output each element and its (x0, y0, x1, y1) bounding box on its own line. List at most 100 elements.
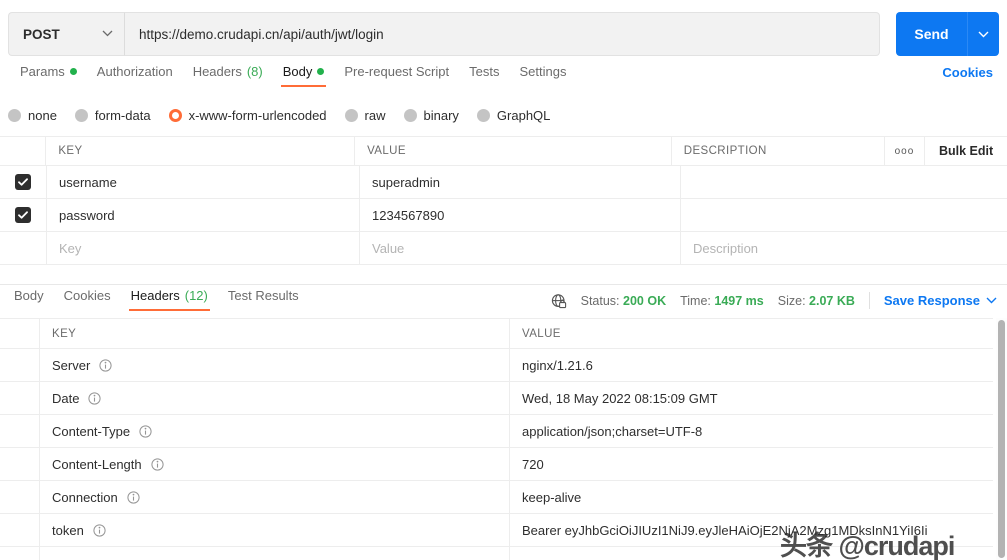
send-options-caret-icon[interactable] (968, 12, 999, 56)
response-tab-cookies-label: Cookies (63, 288, 111, 303)
response-header-value-cell: 720 (522, 456, 544, 472)
http-method-select[interactable]: POST (8, 12, 125, 56)
radio-icon (74, 108, 88, 122)
response-headers-table: KEY VALUE Server nginx/1.21.6 Date Wed, … (0, 318, 993, 560)
globe-lock-icon (551, 293, 567, 309)
response-header-value-cell (510, 547, 993, 560)
size-group: Size: 2.07 KB (778, 294, 855, 308)
response-header-name: token (52, 522, 84, 538)
header-key: KEY (46, 137, 356, 165)
modified-dot-icon (317, 68, 325, 75)
bulk-edit-button[interactable]: Bulk Edit (924, 137, 1007, 165)
row-key[interactable]: password (47, 199, 360, 231)
new-row-description-input[interactable]: Description (681, 232, 1007, 264)
row-checkbox-checked[interactable] (15, 207, 31, 223)
tab-settings[interactable]: Settings (509, 62, 576, 89)
response-header-row-partial (0, 547, 993, 560)
chevron-down-icon (102, 28, 113, 40)
new-row-value-input[interactable]: Value (360, 232, 681, 264)
row-value[interactable]: 1234567890 (360, 199, 681, 231)
info-icon[interactable] (99, 358, 112, 372)
row-gutter (0, 481, 40, 513)
request-body-params-table: KEY VALUE DESCRIPTION ooo Bulk Edit user… (0, 136, 1007, 265)
tab-tests-label: Tests (469, 64, 500, 79)
response-tab-body[interactable]: Body (4, 286, 54, 313)
response-header-key-cell: Date (40, 382, 510, 414)
response-header-gutter (0, 319, 40, 348)
row-value[interactable]: superadmin (360, 166, 681, 198)
response-tab-headers[interactable]: Headers (12) (121, 286, 218, 313)
tab-body-label: Body (282, 64, 313, 79)
body-type-form-data[interactable]: form-data (74, 108, 151, 123)
tab-pre-request-script-label: Pre-request Script (344, 64, 450, 79)
status-group: Status: 200 OK (581, 294, 667, 308)
response-header-row: Connection keep-alive (0, 481, 993, 514)
body-type-graphql-label: GraphQL (496, 107, 551, 123)
body-type-x-www-form-urlencoded-label: x-www-form-urlencoded (188, 107, 327, 123)
response-status-bar: Status: 200 OK Time: 1497 ms Size: 2.07 … (551, 292, 997, 309)
request-url-value: https://demo.crudapi.cn/api/auth/jwt/log… (139, 26, 384, 42)
request-url-input[interactable]: https://demo.crudapi.cn/api/auth/jwt/log… (125, 12, 880, 56)
info-icon[interactable] (93, 523, 106, 537)
body-type-none[interactable]: none (8, 108, 57, 123)
tab-params-label: Params (20, 64, 65, 79)
info-icon[interactable] (151, 457, 164, 471)
postman-window: POST https://demo.crudapi.cn/api/auth/jw… (0, 0, 1007, 560)
tab-headers-count: (8) (246, 64, 263, 79)
info-icon[interactable] (88, 391, 102, 405)
body-type-raw[interactable]: raw (344, 107, 386, 123)
response-header-value-cell: nginx/1.21.6 (522, 357, 593, 373)
response-header-key: KEY (40, 319, 510, 348)
new-row-key-input[interactable]: Key (47, 232, 360, 264)
response-header-key-cell: token (40, 514, 510, 546)
save-response-caret-icon[interactable] (986, 295, 997, 307)
body-type-x-www-form-urlencoded[interactable]: x-www-form-urlencoded (168, 107, 327, 123)
info-icon[interactable] (139, 424, 152, 438)
table-options-icon[interactable]: ooo (883, 137, 924, 165)
response-header-key-cell: Connection (40, 481, 510, 513)
status-value: 200 OK (623, 293, 667, 308)
new-row-checkbox-cell (0, 232, 47, 264)
body-type-raw-label: raw (364, 107, 386, 123)
tab-authorization[interactable]: Authorization (87, 62, 183, 89)
response-tab-cookies[interactable]: Cookies (54, 286, 121, 313)
row-checkbox-checked[interactable] (15, 174, 31, 190)
response-tab-body-label: Body (14, 288, 44, 303)
response-header-row: token Bearer eyJhbGciOiJIUzI1NiJ9.eyJleH… (0, 514, 993, 547)
header-description: DESCRIPTION (683, 145, 767, 157)
response-tab-test-results[interactable]: Test Results (218, 286, 309, 313)
size-label: Size: (777, 293, 806, 308)
time-group: Time: 1497 ms (680, 294, 764, 308)
row-key[interactable]: username (47, 166, 360, 198)
response-header-key-cell (40, 547, 510, 560)
response-header-key-cell: Server (40, 349, 510, 381)
row-description[interactable] (681, 166, 1007, 198)
body-type-graphql[interactable]: GraphQL (476, 107, 551, 123)
tab-tests[interactable]: Tests (459, 62, 509, 89)
body-type-binary[interactable]: binary (403, 108, 459, 123)
tab-headers-label: Headers (192, 64, 242, 79)
row-gutter (0, 448, 40, 480)
tab-pre-request-script[interactable]: Pre-request Script (334, 62, 459, 89)
radio-icon (344, 108, 358, 122)
response-scrollbar-thumb[interactable] (998, 320, 1005, 558)
info-icon[interactable] (127, 490, 140, 504)
divider (868, 292, 870, 309)
row-gutter (0, 349, 40, 381)
row-gutter (0, 382, 40, 414)
table-new-row: Key Value Description (0, 232, 1007, 265)
tab-headers[interactable]: Headers (8) (183, 62, 273, 89)
tab-params[interactable]: Params (10, 62, 87, 89)
tab-body[interactable]: Body (273, 62, 335, 89)
pane-splitter[interactable] (0, 269, 1007, 285)
cookies-link[interactable]: Cookies (942, 65, 993, 80)
response-header-value-cell: Bearer eyJhbGciOiJIUzI1NiJ9.eyJleHAiOjE2… (522, 522, 928, 538)
save-response-button[interactable]: Save Response (884, 293, 980, 308)
request-url-bar: POST https://demo.crudapi.cn/api/auth/jw… (0, 8, 1007, 60)
row-gutter (0, 415, 40, 447)
row-gutter (0, 547, 40, 560)
send-button[interactable]: Send (896, 12, 968, 56)
table-header-row: KEY VALUE DESCRIPTION ooo Bulk Edit (0, 137, 1007, 166)
row-description[interactable] (681, 199, 1007, 231)
response-tab-headers-count: (12) (184, 288, 208, 303)
